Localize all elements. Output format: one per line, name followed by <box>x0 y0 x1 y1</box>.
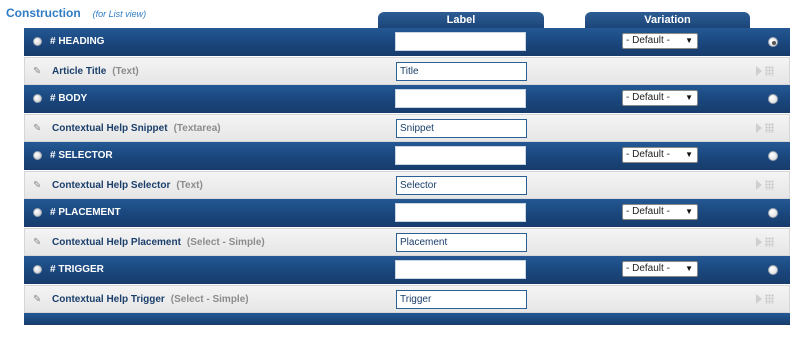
field-name-text[interactable]: Article Title <box>52 66 106 77</box>
drag-handle-icon[interactable] <box>756 236 774 247</box>
field-type: (Text) <box>112 65 139 77</box>
field-row[interactable]: ✎ Article Title (Text) Title <box>24 56 790 85</box>
field-name[interactable]: Contextual Help Placement (Select - Simpl… <box>52 237 265 248</box>
chevron-down-icon: ▼ <box>685 264 693 273</box>
drag-handle-icon[interactable] <box>756 122 774 133</box>
drag-handle-icon[interactable] <box>756 179 774 190</box>
chevron-down-icon: ▼ <box>685 36 693 45</box>
variation-select-value: - Default - <box>626 263 670 274</box>
radio-icon[interactable] <box>33 265 42 274</box>
page-title: Construction <box>6 6 81 20</box>
radio-icon[interactable] <box>33 94 42 103</box>
variation-select[interactable]: - Default - ▼ <box>622 90 698 106</box>
variation-select-value: - Default - <box>626 149 670 160</box>
pencil-icon[interactable]: ✎ <box>33 180 45 192</box>
arrow-right-icon <box>756 293 762 304</box>
select-radio-icon[interactable] <box>768 37 778 47</box>
page-subtitle: (for List view) <box>92 9 147 19</box>
field-label-input[interactable]: Title <box>396 61 527 81</box>
arrow-right-icon <box>756 65 762 76</box>
heading-label-input[interactable] <box>395 89 526 108</box>
field-type: (Select - Simple) <box>170 293 249 305</box>
heading-label-input[interactable] <box>395 260 526 279</box>
field-row[interactable]: ✎ Contextual Help Placement (Select - Simp… <box>24 227 790 256</box>
field-name[interactable]: Contextual Help Trigger (Select - Simple) <box>52 294 249 305</box>
select-radio-icon[interactable] <box>768 208 778 218</box>
pencil-icon[interactable]: ✎ <box>33 66 45 78</box>
radio-icon[interactable] <box>33 151 42 160</box>
pencil-icon[interactable]: ✎ <box>33 294 45 306</box>
field-name-text[interactable]: Contextual Help Snippet <box>52 123 168 134</box>
variation-select-value: - Default - <box>626 35 670 46</box>
field-type: (Text) <box>176 179 203 191</box>
heading-label-input[interactable] <box>395 203 526 222</box>
arrow-right-icon <box>756 179 762 190</box>
field-label-input[interactable]: Placement <box>396 232 527 252</box>
field-name[interactable]: Contextual Help Snippet (Textarea) <box>52 123 221 134</box>
field-row[interactable]: ✎ Contextual Help Selector (Text) Selector <box>24 170 790 199</box>
section-heading-label: # TRIGGER <box>50 264 104 275</box>
field-row[interactable]: ✎ Contextual Help Trigger (Select - Simple… <box>24 284 790 313</box>
field-name-text[interactable]: Contextual Help Trigger <box>52 294 165 305</box>
section-heading-row[interactable]: # HEADING - Default - ▼ <box>24 28 790 57</box>
section-heading-label: # BODY <box>50 93 88 104</box>
heading-label-input[interactable] <box>395 32 526 51</box>
section-heading-label: # SELECTOR <box>50 150 113 161</box>
pencil-icon[interactable]: ✎ <box>33 123 45 135</box>
field-name[interactable]: Article Title (Text) <box>52 66 139 77</box>
variation-select[interactable]: - Default - ▼ <box>622 261 698 277</box>
heading-label-input[interactable] <box>395 146 526 165</box>
field-name[interactable]: Contextual Help Selector (Text) <box>52 180 203 191</box>
field-label-input[interactable]: Snippet <box>396 118 527 138</box>
variation-select-value: - Default - <box>626 92 670 103</box>
grip-icon <box>765 179 774 190</box>
select-radio-icon[interactable] <box>768 265 778 275</box>
radio-icon[interactable] <box>33 208 42 217</box>
drag-handle-icon[interactable] <box>756 293 774 304</box>
field-type: (Textarea) <box>173 122 221 134</box>
construction-header: Construction (for List view) <box>6 6 146 22</box>
radio-icon[interactable] <box>33 37 42 46</box>
select-radio-icon[interactable] <box>768 94 778 104</box>
grip-icon <box>765 236 774 247</box>
variation-select[interactable]: - Default - ▼ <box>622 33 698 49</box>
chevron-down-icon: ▼ <box>685 93 693 102</box>
construction-table: # HEADING - Default - ▼ ✎ Article Title (Text… <box>24 28 790 326</box>
section-heading-label: # PLACEMENT <box>50 207 121 218</box>
field-label-input[interactable]: Trigger <box>396 289 527 309</box>
chevron-down-icon: ▼ <box>685 207 693 216</box>
drag-handle-icon[interactable] <box>756 65 774 76</box>
section-heading-row[interactable]: # BODY - Default - ▼ <box>24 85 790 114</box>
field-row[interactable]: ✎ Contextual Help Snippet (Textarea) Snippe… <box>24 113 790 142</box>
grip-icon <box>765 65 774 76</box>
field-type: (Select - Simple) <box>186 236 265 248</box>
section-heading-row[interactable]: # TRIGGER - Default - ▼ <box>24 256 790 285</box>
variation-select[interactable]: - Default - ▼ <box>622 147 698 163</box>
section-heading-row[interactable]: # PLACEMENT - Default - ▼ <box>24 199 790 228</box>
section-heading-label: # HEADING <box>50 36 105 47</box>
section-heading-row[interactable]: # SELECTOR - Default - ▼ <box>24 142 790 171</box>
grip-icon <box>765 122 774 133</box>
chevron-down-icon: ▼ <box>685 150 693 159</box>
arrow-right-icon <box>756 122 762 133</box>
grip-icon <box>765 293 774 304</box>
field-name-text[interactable]: Contextual Help Placement <box>52 237 181 248</box>
select-radio-icon[interactable] <box>768 151 778 161</box>
field-label-input[interactable]: Selector <box>396 175 527 195</box>
pencil-icon[interactable]: ✎ <box>33 237 45 249</box>
field-name-text[interactable]: Contextual Help Selector <box>52 180 170 191</box>
table-footer <box>24 313 790 326</box>
arrow-right-icon <box>756 236 762 247</box>
variation-select-value: - Default - <box>626 206 670 217</box>
variation-select[interactable]: - Default - ▼ <box>622 204 698 220</box>
